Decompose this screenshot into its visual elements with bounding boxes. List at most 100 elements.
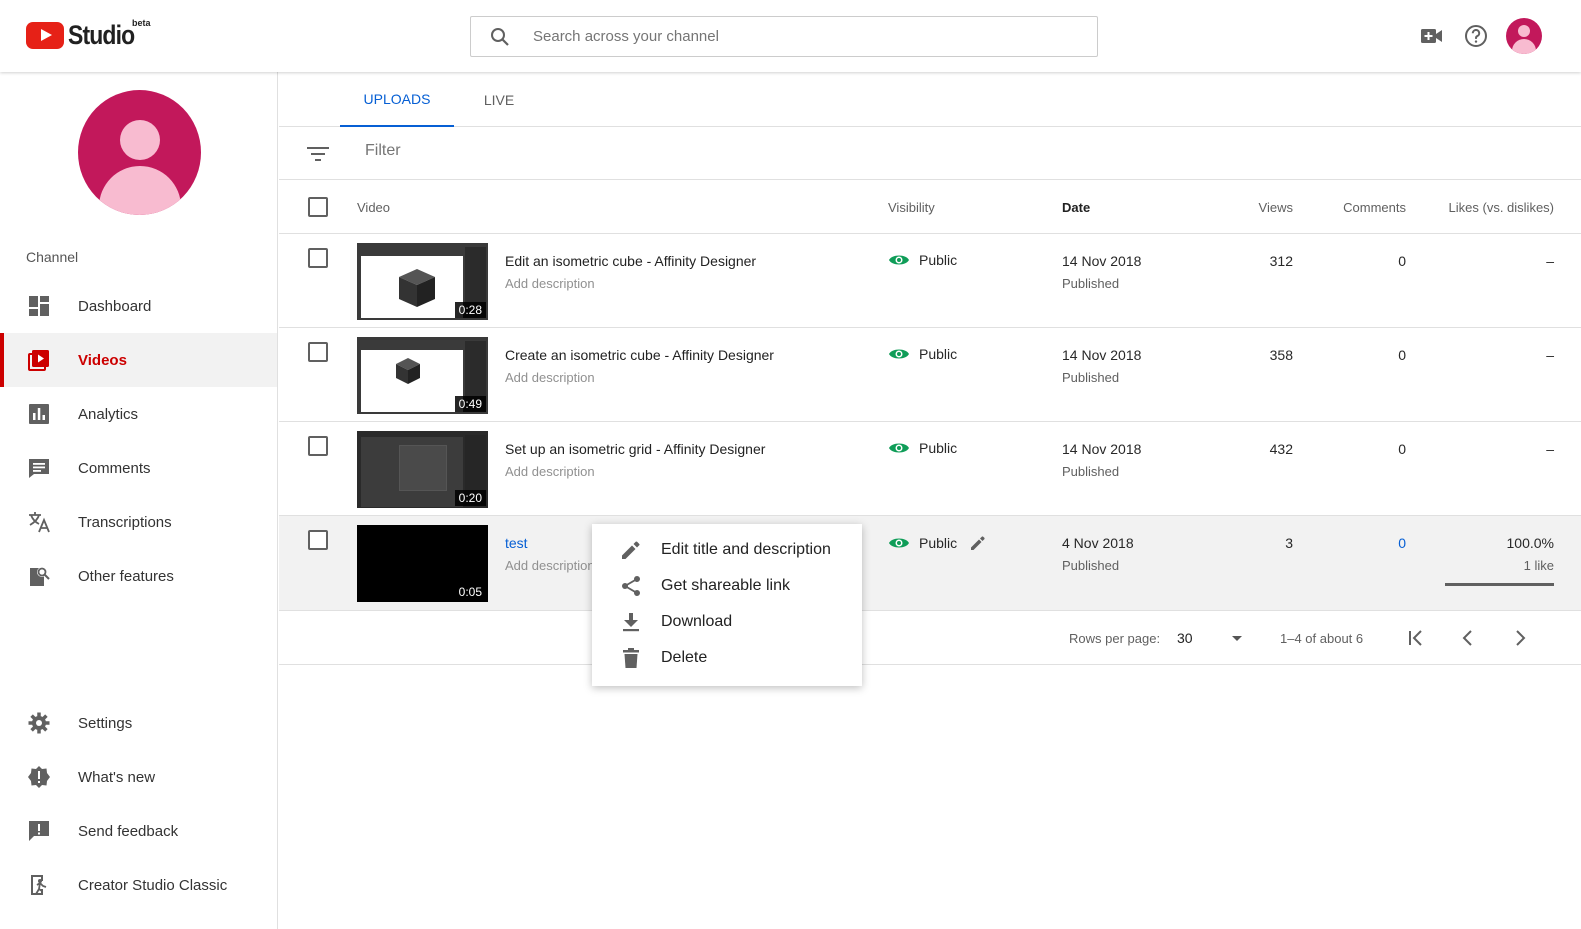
visibility-status[interactable]: Public: [889, 534, 987, 552]
column-header-video[interactable]: Video: [357, 200, 390, 215]
table-header: Video Visibility Date Views Comments Lik…: [279, 180, 1581, 234]
youtube-logo-icon: [26, 22, 64, 49]
comment-count: 0: [1398, 347, 1406, 363]
tab-live[interactable]: LIVE: [459, 72, 539, 127]
video-thumbnail[interactable]: 0:49: [357, 337, 488, 414]
dashboard-icon: [27, 294, 51, 318]
video-date: 14 Nov 2018: [1062, 347, 1142, 363]
search-input[interactable]: [533, 28, 1033, 45]
sidebar-item-label: Creator Studio Classic: [78, 876, 228, 894]
pencil-icon[interactable]: [969, 534, 987, 552]
sidebar-item-label: Comments: [78, 459, 151, 477]
eye-icon: [889, 536, 909, 550]
menu-item-get-link[interactable]: Get shareable link: [592, 568, 862, 604]
exit-icon: [27, 873, 51, 897]
search-box[interactable]: [470, 16, 1098, 57]
row-checkbox[interactable]: [308, 530, 328, 550]
videos-icon: [27, 348, 51, 372]
sidebar-item-analytics[interactable]: Analytics: [0, 387, 277, 441]
video-title[interactable]: test: [505, 535, 528, 551]
dropdown-arrow-icon[interactable]: [1232, 636, 1242, 641]
view-count: 432: [1269, 441, 1293, 457]
comment-count: 0: [1398, 253, 1406, 269]
sidebar-item-transcriptions[interactable]: Transcriptions: [0, 495, 277, 549]
sidebar-section-label: Channel: [26, 249, 79, 265]
video-thumbnail[interactable]: 0:20: [357, 431, 488, 508]
pencil-icon: [620, 539, 642, 561]
table-row[interactable]: 0:20 Set up an isometric grid - Affinity…: [279, 422, 1581, 516]
table-row[interactable]: 0:49 Create an isometric cube - Affinity…: [279, 328, 1581, 422]
pagination-bar: Rows per page: 30 1–4 of about 6: [279, 611, 1581, 665]
sidebar-item-whats-new[interactable]: What's new: [0, 750, 277, 804]
column-header-likes[interactable]: Likes (vs. dislikes): [1449, 200, 1554, 215]
other-features-icon: [27, 564, 51, 588]
video-description[interactable]: Add description: [505, 464, 595, 479]
column-header-visibility[interactable]: Visibility: [888, 200, 935, 215]
menu-item-delete[interactable]: Delete: [592, 640, 862, 676]
video-thumbnail[interactable]: 0:28: [357, 243, 488, 320]
like-ratio-bar: [1445, 583, 1554, 586]
column-header-date[interactable]: Date: [1062, 200, 1090, 215]
table-row[interactable]: 0:05 test Add description Public 4 Nov 2…: [279, 516, 1581, 611]
column-header-comments[interactable]: Comments: [1343, 200, 1406, 215]
visibility-status[interactable]: Public: [889, 346, 957, 362]
sidebar-item-videos[interactable]: Videos: [0, 333, 277, 387]
sidebar-item-label: Analytics: [78, 405, 139, 423]
filter-input[interactable]: [365, 142, 765, 160]
previous-page-icon[interactable]: [1457, 627, 1479, 649]
filter-icon[interactable]: [307, 145, 329, 163]
first-page-icon[interactable]: [1405, 627, 1427, 649]
video-thumbnail[interactable]: 0:05: [357, 525, 488, 602]
video-title[interactable]: Edit an isometric cube - Affinity Design…: [505, 253, 756, 269]
video-description[interactable]: Add description: [505, 276, 595, 291]
sidebar-item-settings[interactable]: Settings: [0, 696, 277, 750]
video-description[interactable]: Add description: [505, 558, 595, 573]
likes-value: –: [1546, 253, 1554, 269]
channel-avatar[interactable]: [78, 90, 201, 215]
table-row[interactable]: 0:28 Edit an isometric cube - Affinity D…: [279, 234, 1581, 328]
visibility-status[interactable]: Public: [889, 252, 957, 268]
video-date: 14 Nov 2018: [1062, 441, 1142, 457]
rows-per-page-select[interactable]: 30: [1177, 630, 1193, 646]
visibility-label: Public: [919, 535, 958, 551]
sidebar-item-label: Other features: [78, 567, 174, 585]
sidebar-item-label: Settings: [78, 714, 133, 732]
studio-logo[interactable]: Studio beta: [26, 18, 151, 51]
view-count: 312: [1269, 253, 1293, 269]
share-icon: [620, 575, 642, 597]
menu-item-label: Get shareable link: [661, 577, 790, 594]
sidebar-item-label: What's new: [78, 768, 156, 786]
account-avatar[interactable]: [1506, 18, 1542, 54]
video-date: 14 Nov 2018: [1062, 253, 1142, 269]
sidebar-item-other-features[interactable]: Other features: [0, 549, 277, 603]
sidebar-item-send-feedback[interactable]: Send feedback: [0, 804, 277, 858]
menu-item-edit-title[interactable]: Edit title and description: [592, 532, 862, 568]
video-title[interactable]: Set up an isometric grid - Affinity Desi…: [505, 441, 765, 457]
select-all-checkbox[interactable]: [308, 197, 328, 217]
menu-item-download[interactable]: Download: [592, 604, 862, 640]
help-icon[interactable]: [1458, 18, 1494, 54]
row-checkbox[interactable]: [308, 436, 328, 456]
visibility-label: Public: [919, 346, 958, 362]
tab-uploads[interactable]: UPLOADS: [340, 72, 454, 127]
menu-item-label: Delete: [661, 649, 708, 666]
sidebar-item-comments[interactable]: Comments: [0, 441, 277, 495]
video-duration: 0:28: [454, 302, 486, 318]
comment-count[interactable]: 0: [1398, 535, 1406, 551]
sidebar-item-creator-studio-classic[interactable]: Creator Studio Classic: [0, 858, 277, 912]
view-count: 3: [1285, 535, 1293, 551]
next-page-icon[interactable]: [1509, 627, 1531, 649]
video-description[interactable]: Add description: [505, 370, 595, 385]
likes-value: 100.0%: [1506, 535, 1554, 551]
row-checkbox[interactable]: [308, 342, 328, 362]
video-title[interactable]: Create an isometric cube - Affinity Desi…: [505, 347, 774, 363]
page-range: 1–4 of about 6: [1280, 631, 1364, 646]
likes-value: –: [1546, 347, 1554, 363]
sidebar-item-dashboard[interactable]: Dashboard: [0, 279, 277, 333]
row-checkbox[interactable]: [308, 248, 328, 268]
column-header-views[interactable]: Views: [1259, 200, 1293, 215]
visibility-label: Public: [919, 440, 958, 456]
create-video-icon[interactable]: [1414, 18, 1450, 54]
visibility-status[interactable]: Public: [889, 440, 957, 456]
video-date: 4 Nov 2018: [1062, 535, 1134, 551]
